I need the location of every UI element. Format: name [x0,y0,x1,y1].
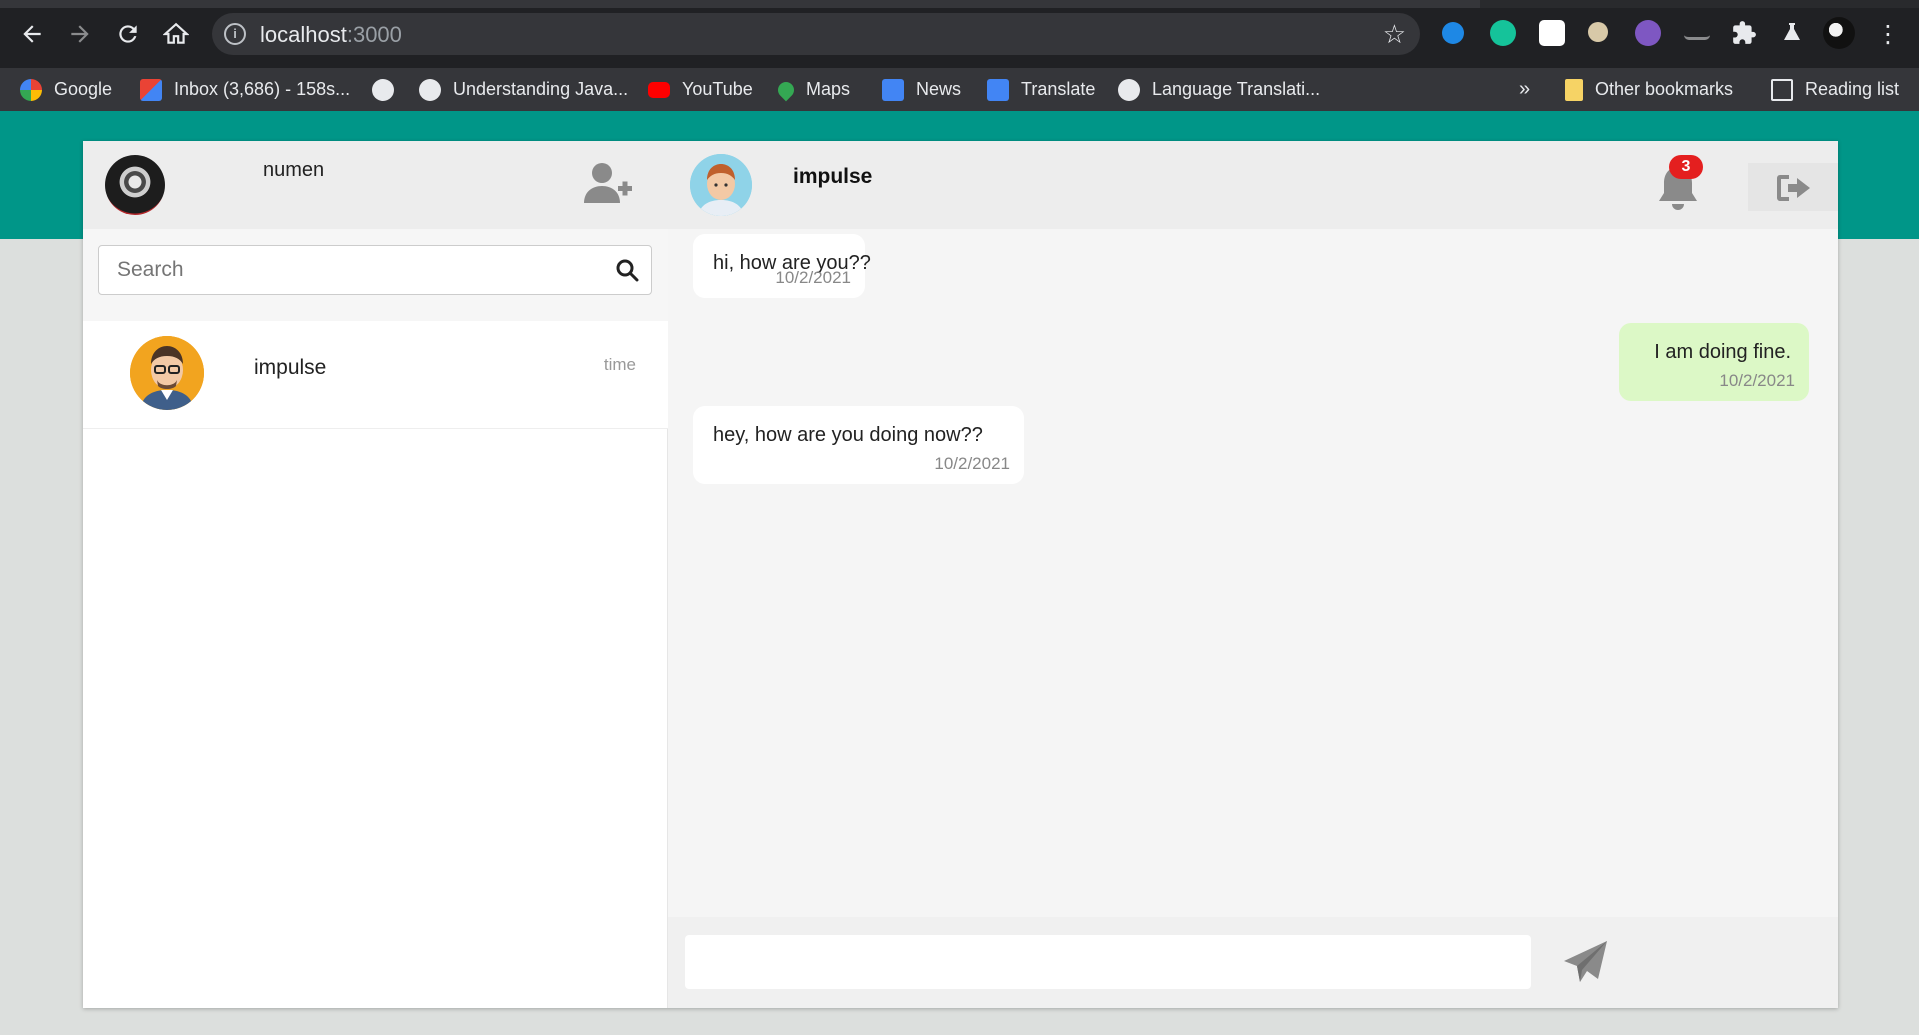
globe-icon [1118,78,1140,101]
send-icon [1564,941,1607,982]
add-user-icon [584,163,632,203]
message-date: 10/2/2021 [775,268,851,287]
tab-strip [0,0,1919,8]
message-date: 10/2/2021 [934,454,1010,473]
browser-toolbar: i localhost:3000 ☆ ⋮ [0,0,1919,68]
contact-avatar [130,336,204,410]
other-bookmarks-label: Other bookmarks [1595,79,1734,99]
forward-icon[interactable] [60,14,100,54]
sidebar-header: numen [83,141,668,229]
message-text: I am doing fine. [1654,341,1791,363]
chat-partner-avatar[interactable] [690,154,752,216]
message-date: 10/2/2021 [1719,371,1795,390]
compose-bar [668,917,1838,1008]
message-bubble-outgoing[interactable]: I am doing fine. 10/2/2021 [1619,323,1809,401]
bookmark-youtube[interactable]: YouTube [648,68,753,111]
add-contact-button[interactable] [583,161,633,205]
bookmark-language-translation[interactable]: Language Translati... [1118,68,1320,111]
bookmark-star-icon[interactable]: ☆ [1383,19,1406,50]
contact-list-item[interactable]: impulse time [83,321,668,429]
chat-panel: impulse 3 hi, how are you?? 10/2/2021 I … [668,141,1838,1008]
message-text: hey, how are you doing now?? [713,424,983,446]
globe-icon [419,78,441,101]
url-port: :3000 [346,22,402,47]
bookmarks-bar: Google Inbox (3,686) - 158s... Understan… [0,68,1919,111]
bookmark-label: Inbox (3,686) - 158s... [174,79,351,99]
gmail-icon [140,78,162,101]
bookmark-label: Maps [806,79,851,99]
reading-list-label: Reading list [1805,79,1900,99]
bookmark-google[interactable]: Google [20,68,112,111]
reading-list-icon [1771,78,1793,101]
bookmarks-overflow-button[interactable]: » [1519,68,1530,111]
bookmark-label: Understanding Java... [453,79,629,99]
grammarly-icon[interactable] [1490,20,1516,46]
bookmark-globe[interactable] [372,68,406,111]
my-username: numen [263,159,325,181]
active-tab[interactable] [0,0,1480,8]
extensions-puzzle-icon[interactable] [1731,20,1757,46]
notification-badge: 3 [1669,155,1703,179]
extension-lamp-icon[interactable] [1588,22,1608,42]
message-input[interactable] [685,935,1531,989]
message-bubble-incoming[interactable]: hey, how are you doing now?? 10/2/2021 [693,406,1024,484]
bookmark-label: Language Translati... [1152,79,1321,99]
logout-button[interactable] [1748,163,1838,211]
extension-icon[interactable] [1539,20,1565,46]
chat-app-window: numen Search impulse time impulse 3 hi, … [83,141,1838,1008]
contact-name: impulse [254,356,327,379]
google-icon [20,78,42,101]
message-bubble-incoming[interactable]: hi, how are you?? 10/2/2021 [693,234,871,298]
my-avatar[interactable] [105,155,165,215]
search-input[interactable] [100,247,600,293]
url-text: localhost:3000 [260,22,402,48]
bookmark-label: YouTube [682,79,753,99]
search-box [98,245,652,295]
home-icon[interactable] [156,14,196,54]
chat-partner-name: impulse [793,165,873,188]
extension-gem-icon[interactable] [1442,22,1464,44]
sidebar: numen Search impulse time [83,141,668,1008]
news-icon [882,78,904,101]
bookmark-label: Translate [1021,79,1096,99]
bookmark-gmail[interactable]: Inbox (3,686) - 158s... [140,68,350,111]
other-bookmarks-folder[interactable]: Other bookmarks [1565,68,1733,111]
send-button[interactable] [1561,939,1611,985]
url-host: localhost [260,22,347,47]
profile-avatar[interactable] [1823,17,1855,49]
labs-flask-icon[interactable] [1780,20,1806,46]
translate-icon [987,78,1009,101]
bookmark-maps[interactable]: Maps [774,68,851,111]
youtube-icon [648,81,670,98]
bookmark-label: News [916,79,962,99]
extension-check-icon[interactable] [1684,24,1710,40]
extension-brain-icon[interactable] [1635,20,1661,46]
contact-time: time [603,355,636,374]
back-icon[interactable] [12,14,52,54]
site-info-icon[interactable]: i [224,23,246,45]
maps-pin-icon [774,78,798,101]
logout-icon [1777,175,1810,201]
address-bar[interactable]: i localhost:3000 ☆ [212,13,1420,55]
search-icon[interactable] [615,258,639,282]
bookmark-understanding-java[interactable]: Understanding Java... [419,68,628,111]
globe-icon [372,78,394,101]
folder-icon [1565,78,1583,101]
chat-header: impulse 3 [668,141,1838,229]
reading-list-button[interactable]: Reading list [1771,68,1899,111]
bookmark-label: Google [54,79,113,99]
search-area [83,229,668,321]
bookmark-translate[interactable]: Translate [987,68,1095,111]
reload-icon[interactable] [108,14,148,54]
browser-menu-icon[interactable]: ⋮ [1868,14,1908,54]
bookmark-news[interactable]: News [882,68,961,111]
